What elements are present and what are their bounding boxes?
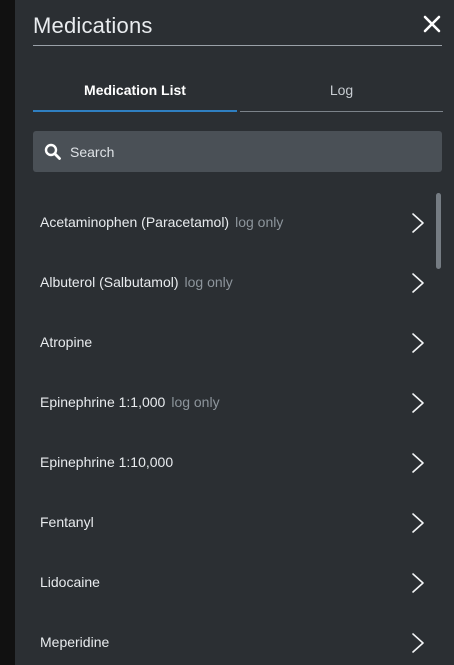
medication-list-item[interactable]: Epinephrine 1:1,000 log only bbox=[15, 374, 435, 434]
medication-list-item[interactable]: Meperidine bbox=[15, 614, 435, 665]
header-divider bbox=[33, 45, 442, 46]
scrollbar-thumb[interactable] bbox=[436, 193, 441, 269]
close-button[interactable] bbox=[420, 12, 444, 36]
log-only-tag: log only bbox=[235, 214, 284, 230]
medication-name: Fentanyl bbox=[40, 514, 94, 530]
medication-name-text: Epinephrine 1:1,000 bbox=[40, 394, 166, 410]
medication-name-text: Lidocaine bbox=[40, 574, 100, 590]
medication-name-text: Acetaminophen (Paracetamol) bbox=[40, 214, 230, 230]
panel-header: Medications bbox=[15, 0, 454, 48]
tab-underline bbox=[240, 111, 443, 112]
log-only-tag: log only bbox=[184, 274, 233, 290]
medication-name: Atropine bbox=[40, 334, 92, 350]
tab-bar: Medication List Log bbox=[33, 72, 443, 112]
medication-name: Lidocaine bbox=[40, 574, 100, 590]
chevron-right-icon bbox=[412, 333, 424, 353]
panel-title: Medications bbox=[33, 13, 153, 38]
medication-list: Acetaminophen (Paracetamol) log only Albut… bbox=[15, 194, 454, 665]
medication-list-item[interactable]: Epinephrine 1:10,000 bbox=[15, 434, 435, 494]
tab-label: Log bbox=[329, 82, 354, 98]
search-placeholder: Search bbox=[70, 144, 115, 160]
medication-list-item[interactable]: Atropine bbox=[15, 314, 435, 374]
medication-list-item[interactable]: Fentanyl bbox=[15, 494, 435, 554]
medication-name: Meperidine bbox=[40, 634, 109, 650]
chevron-right-icon bbox=[412, 393, 424, 413]
tab-log[interactable]: Log bbox=[240, 72, 443, 112]
medication-list-item[interactable]: Acetaminophen (Paracetamol) log only bbox=[15, 194, 435, 254]
medication-name-text: Epinephrine 1:10,000 bbox=[40, 454, 174, 470]
medication-name: Albuterol (Salbutamol) log only bbox=[40, 274, 233, 290]
chevron-right-icon bbox=[412, 453, 424, 473]
search-input[interactable]: Search bbox=[33, 131, 442, 172]
medication-name: Epinephrine 1:10,000 bbox=[40, 454, 173, 470]
medication-list-item[interactable]: Albuterol (Salbutamol) log only bbox=[15, 254, 435, 314]
chevron-right-icon bbox=[412, 513, 424, 533]
close-icon[interactable] bbox=[420, 12, 444, 36]
medication-name-text: Fentanyl bbox=[40, 514, 94, 530]
chevron-right-icon bbox=[412, 633, 424, 653]
active-tab-indicator bbox=[33, 110, 237, 112]
medication-name-text: Meperidine bbox=[40, 634, 110, 650]
log-only-tag: log only bbox=[171, 394, 220, 410]
medication-name: Epinephrine 1:1,000 log only bbox=[40, 394, 220, 410]
chevron-right-icon bbox=[412, 213, 424, 233]
tab-medication-list[interactable]: Medication List bbox=[33, 72, 237, 112]
medication-name: Acetaminophen (Paracetamol) log only bbox=[40, 214, 283, 230]
medication-name-text: Atropine bbox=[40, 334, 93, 350]
medication-name-text: Albuterol (Salbutamol) bbox=[40, 274, 179, 290]
chevron-right-icon bbox=[412, 573, 424, 593]
chevron-right-icon bbox=[412, 273, 424, 293]
search-icon bbox=[44, 143, 61, 160]
tab-label: Medication List bbox=[84, 82, 186, 98]
medication-list-item[interactable]: Lidocaine bbox=[15, 554, 435, 614]
medications-panel: Medications Medication List Log Search A… bbox=[15, 0, 454, 665]
